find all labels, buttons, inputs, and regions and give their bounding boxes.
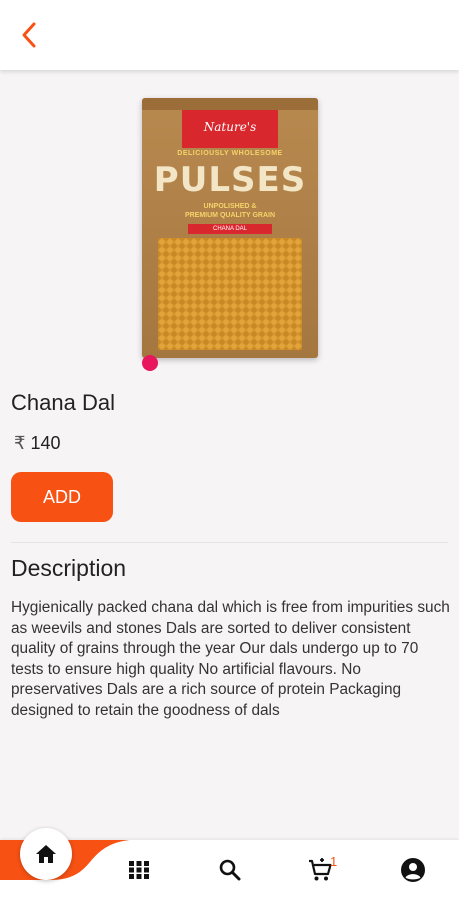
pack-tagline: DELICIOUSLY WHOLESOME (177, 150, 283, 157)
search-icon (219, 859, 241, 881)
currency-symbol: ₹ (14, 433, 26, 453)
nav-categories-button[interactable] (121, 852, 157, 888)
app-bar (0, 0, 459, 70)
nav-account-button[interactable] (395, 852, 431, 888)
carousel-indicator-dot[interactable] (142, 355, 158, 371)
home-icon (36, 845, 56, 863)
description-text: Hygienically packed chana dal which is f… (11, 599, 450, 719)
product-pack: Nature's DELICIOUSLY WHOLESOME PULSES UN… (142, 98, 318, 358)
product-image[interactable]: Nature's DELICIOUSLY WHOLESOME PULSES UN… (138, 92, 324, 368)
account-icon (401, 858, 425, 882)
bottom-navigation: 1 (0, 828, 459, 900)
product-name: Chana Dal (11, 390, 115, 415)
product-price: ₹ 140 (14, 433, 61, 454)
add-to-cart-button[interactable]: ADD (11, 472, 113, 522)
chevron-left-icon (22, 22, 36, 48)
pack-grains (158, 238, 302, 350)
pack-subtitle-line1: UNPOLISHED & (203, 203, 257, 210)
nav-home-button[interactable] (20, 828, 72, 880)
cart-count-badge: 1 (330, 854, 338, 869)
divider (11, 542, 448, 543)
pack-subtitle: UNPOLISHED & PREMIUM QUALITY GRAIN (142, 202, 318, 220)
nav-search-button[interactable] (212, 852, 248, 888)
description-heading: Description (11, 555, 127, 581)
pack-brand: Nature's (203, 120, 257, 134)
price-value: 140 (30, 433, 61, 453)
back-button[interactable] (12, 18, 46, 52)
pack-title: PULSES (153, 160, 307, 200)
grid-icon (129, 861, 149, 879)
pack-subtitle-line2: PREMIUM QUALITY GRAIN (184, 212, 276, 219)
pack-variant: CHANA DAL (188, 224, 272, 234)
